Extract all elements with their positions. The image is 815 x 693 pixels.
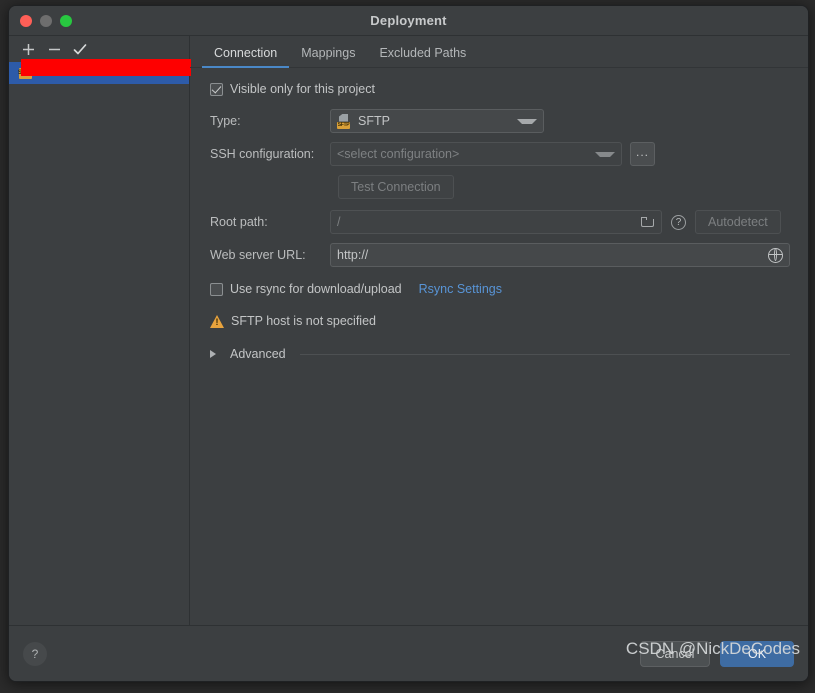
add-server-button[interactable]: [17, 38, 39, 60]
remove-server-button[interactable]: [43, 38, 65, 60]
sftp-icon-badge: SFTP: [337, 121, 350, 129]
root-path-input[interactable]: /: [330, 210, 662, 234]
tab-connection[interactable]: Connection: [202, 46, 290, 68]
test-connection-row: Test Connection: [202, 175, 790, 199]
type-row: Type: SFTP SFTP: [202, 109, 790, 133]
validation-warning: SFTP host is not specified: [202, 314, 790, 328]
tab-mappings[interactable]: Mappings: [289, 46, 367, 67]
type-value: SFTP: [358, 114, 390, 128]
chevron-down-icon: [595, 151, 615, 157]
connection-form: Visible only for this project Type: SFTP…: [190, 68, 808, 625]
dialog-body: SFTP Connection Mappings Excluded Paths …: [9, 36, 808, 625]
window-controls: [20, 15, 72, 27]
rsync-settings-link[interactable]: Rsync Settings: [419, 282, 502, 296]
root-path-label: Root path:: [210, 215, 268, 229]
deployment-dialog: Deployment Connection Mappings Excluded …: [8, 5, 809, 682]
autodetect-button[interactable]: Autodetect: [695, 210, 781, 234]
ssh-configuration-browse-button[interactable]: ...: [630, 142, 655, 166]
type-select[interactable]: SFTP SFTP: [330, 109, 544, 133]
chevron-down-icon: [517, 118, 537, 124]
deployment-servers-sidebar: SFTP: [9, 36, 191, 625]
dialog-footer: ? Cancel OK CSDN @NickDeCodes: [9, 625, 808, 681]
warning-text: SFTP host is not specified: [231, 314, 376, 328]
use-rsync-label: Use rsync for download/upload: [230, 282, 402, 296]
minus-icon: [48, 48, 60, 50]
web-server-url-row: Web server URL: http://: [202, 243, 790, 267]
root-path-row: Root path: / ? Autodetect: [202, 210, 790, 234]
warning-icon: [210, 314, 224, 328]
ssh-configuration-label: SSH configuration:: [210, 147, 315, 161]
set-default-server-button[interactable]: [69, 38, 91, 60]
close-window-button[interactable]: [20, 15, 32, 27]
minimize-window-button[interactable]: [40, 15, 52, 27]
web-server-url-value: http://: [337, 248, 369, 262]
ssh-configuration-placeholder: <select configuration>: [337, 147, 460, 161]
ssh-configuration-row: SSH configuration: <select configuration…: [202, 142, 790, 166]
web-server-url-label: Web server URL:: [210, 248, 306, 262]
chevron-right-icon: [210, 350, 222, 358]
server-list[interactable]: SFTP: [9, 59, 191, 625]
rsync-row: Use rsync for download/upload Rsync Sett…: [202, 282, 790, 296]
window-titlebar: Deployment: [9, 6, 808, 36]
main-panel: Connection Mappings Excluded Paths Visib…: [190, 36, 808, 625]
ok-button[interactable]: OK: [720, 640, 794, 667]
window-title: Deployment: [370, 13, 447, 28]
web-server-url-input[interactable]: http://: [330, 243, 790, 267]
tab-bar: Connection Mappings Excluded Paths: [190, 36, 808, 68]
use-rsync-checkbox[interactable]: [210, 282, 223, 296]
help-button[interactable]: ?: [23, 641, 47, 666]
visible-only-checkbox[interactable]: [210, 82, 223, 96]
root-path-value: /: [337, 215, 341, 229]
section-divider: [299, 353, 790, 355]
test-connection-button[interactable]: Test Connection: [338, 175, 454, 199]
plus-icon: [22, 43, 34, 55]
type-label: Type:: [210, 114, 241, 128]
folder-icon[interactable]: [641, 216, 655, 228]
checkmark-icon: [73, 43, 87, 54]
maximize-window-button[interactable]: [60, 15, 72, 27]
visible-only-label: Visible only for this project: [230, 82, 375, 96]
sftp-icon: SFTP: [337, 113, 352, 129]
visible-only-row[interactable]: Visible only for this project: [202, 82, 790, 96]
help-icon[interactable]: ?: [671, 214, 686, 230]
tab-excluded-paths[interactable]: Excluded Paths: [367, 46, 478, 67]
advanced-section-header[interactable]: Advanced: [202, 347, 790, 361]
globe-icon[interactable]: [768, 247, 783, 263]
cancel-button[interactable]: Cancel: [640, 640, 710, 667]
ssh-configuration-select[interactable]: <select configuration>: [330, 142, 622, 166]
redaction-overlay: [21, 59, 191, 76]
advanced-label: Advanced: [230, 347, 286, 361]
